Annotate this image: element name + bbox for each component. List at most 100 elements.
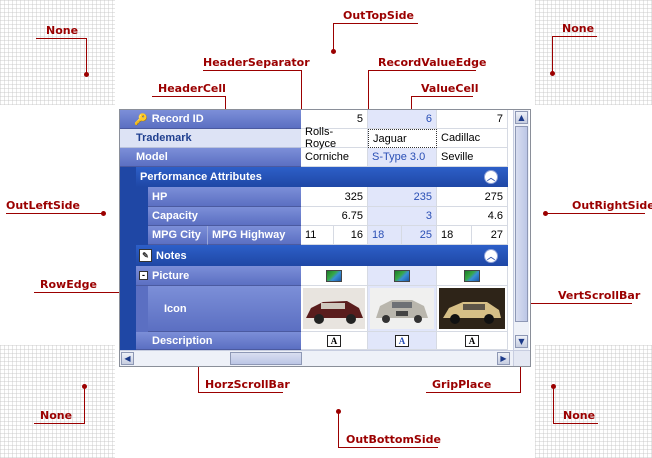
scroll-right-button[interactable]: ▶ — [497, 352, 510, 365]
header-cell-hp[interactable]: HP — [148, 187, 301, 207]
header-cell-record-id[interactable]: 🔑 Record ID — [120, 110, 301, 129]
header-cell-icon[interactable]: Icon — [148, 286, 301, 332]
header-cell-capacity[interactable]: Capacity — [148, 207, 301, 226]
trademark-value[interactable]: Cadillac — [437, 129, 508, 148]
description-value[interactable]: A — [368, 332, 437, 350]
notes-category-label: Notes — [156, 249, 187, 262]
model-label: Model — [136, 151, 168, 163]
annotation-row-edge: RowEdge — [40, 278, 97, 291]
capacity-value[interactable]: 3 — [368, 207, 437, 226]
header-cell-mpg-city[interactable]: MPG City — [148, 226, 208, 245]
annotation-out-left-side: OutLeftSide — [6, 199, 80, 212]
jaguar-photo — [370, 288, 434, 329]
capacity-label: Capacity — [152, 210, 198, 222]
record-id-value[interactable]: 7 — [437, 110, 508, 129]
notes-icon: ✎ — [139, 249, 152, 262]
header-cell-model[interactable]: Model — [120, 148, 301, 167]
mpg-city-value[interactable]: 11 — [301, 226, 334, 245]
image-icon — [326, 269, 342, 282]
annotation-out-top-side: OutTopSide — [343, 9, 414, 22]
hp-value[interactable]: 275 — [437, 187, 508, 207]
record-id-value[interactable]: 6 — [368, 110, 437, 129]
leader-line — [34, 423, 85, 424]
leader-line — [36, 38, 86, 39]
model-value[interactable]: Seville — [437, 148, 508, 167]
leader-line — [545, 213, 645, 214]
picture-value[interactable] — [368, 266, 437, 286]
image-icon — [464, 269, 480, 282]
scroll-up-button[interactable]: ▲ — [515, 111, 528, 124]
hp-value[interactable]: 325 — [301, 187, 368, 207]
hp-value[interactable]: 235 — [368, 187, 437, 207]
annotation-vert-scroll-bar: VertScrollBar — [558, 289, 641, 302]
leader-dot — [550, 71, 555, 76]
model-value[interactable]: Corniche — [301, 148, 368, 167]
leader-line — [152, 96, 226, 97]
mpg-highway-value[interactable]: 27 — [472, 226, 508, 245]
collapse-up-icon[interactable]: ︿ — [484, 170, 498, 184]
description-value[interactable]: A — [301, 332, 368, 350]
category-indent-bar — [136, 187, 148, 245]
vertical-grid[interactable]: 🔑 Record ID 5 6 7 Trademark Rolls-Royce … — [119, 109, 531, 367]
leader-line — [198, 392, 283, 393]
leader-dot — [82, 384, 87, 389]
leader-line — [552, 36, 597, 37]
picture-value[interactable] — [301, 266, 368, 286]
collapse-minus-icon[interactable]: - — [139, 271, 148, 280]
mpg-city-value[interactable]: 18 — [368, 226, 402, 245]
leader-line — [553, 423, 598, 424]
leader-line — [553, 386, 554, 424]
category-row-performance[interactable]: Performance Attributes ︿ — [136, 167, 508, 187]
picture-value[interactable] — [437, 266, 508, 286]
mpg-highway-label: MPG Highway — [212, 229, 286, 241]
icon-value[interactable] — [437, 286, 508, 332]
trademark-value[interactable]: Rolls-Royce — [301, 126, 368, 150]
text-document-icon: A — [465, 334, 479, 347]
text-document-icon: A — [395, 334, 409, 347]
leader-line — [426, 392, 521, 393]
mpg-highway-value[interactable]: 16 — [334, 226, 368, 245]
description-value[interactable]: A — [437, 332, 508, 350]
annotation-none-top-left: None — [46, 24, 79, 37]
mpg-highway-value[interactable]: 25 — [402, 226, 437, 245]
header-cell-trademark[interactable]: Trademark — [120, 129, 301, 148]
performance-category-label: Performance Attributes — [140, 171, 262, 183]
annotation-horz-scroll-bar: HorzScrollBar — [205, 378, 290, 391]
trademark-value-focused[interactable]: Jaguar — [368, 129, 437, 148]
annotation-record-value-edge: RecordValueEdge — [378, 56, 487, 69]
horz-scroll-bar[interactable]: ◀ ▶ — [120, 350, 513, 366]
icon-label: Icon — [164, 302, 187, 315]
capacity-value[interactable]: 6.75 — [301, 207, 368, 226]
scroll-down-button[interactable]: ▼ — [515, 335, 528, 348]
annotation-none-bottom-left: None — [40, 409, 73, 422]
leader-line — [552, 36, 553, 72]
mpg-city-value[interactable]: 18 — [437, 226, 472, 245]
icon-value[interactable] — [301, 286, 368, 332]
mpg-city-label: MPG City — [152, 229, 201, 241]
hp-label: HP — [152, 190, 168, 203]
leader-line — [333, 23, 334, 51]
leader-dot — [336, 409, 341, 414]
cadillac-photo — [439, 288, 505, 329]
none-bottom-left-area — [0, 345, 115, 458]
horz-scroll-thumb[interactable] — [230, 352, 302, 365]
leader-line — [411, 96, 473, 97]
icon-value[interactable] — [368, 286, 437, 332]
capacity-value[interactable]: 4.6 — [437, 207, 508, 226]
text-document-icon: A — [327, 334, 341, 347]
leader-line — [86, 38, 87, 74]
vert-scroll-thumb[interactable] — [515, 126, 528, 322]
model-value[interactable]: S-Type 3.0 — [368, 148, 437, 167]
header-cell-description[interactable]: Description — [136, 332, 301, 350]
annotation-header-cell: HeaderCell — [158, 82, 226, 95]
header-cell-picture[interactable]: - Picture — [136, 266, 301, 286]
header-cell-mpg-highway[interactable]: MPG Highway — [208, 226, 301, 245]
vert-scroll-bar[interactable]: ▲ ▼ — [513, 110, 529, 350]
scroll-left-button[interactable]: ◀ — [121, 352, 134, 365]
annotation-header-separator: HeaderSeparator — [203, 56, 310, 69]
leader-line — [203, 70, 302, 71]
trademark-label: Trademark — [136, 132, 192, 144]
leader-line — [368, 70, 476, 71]
collapse-up-icon[interactable]: ︿ — [484, 249, 498, 263]
category-row-notes[interactable]: ✎ Notes ︿ — [136, 245, 508, 266]
